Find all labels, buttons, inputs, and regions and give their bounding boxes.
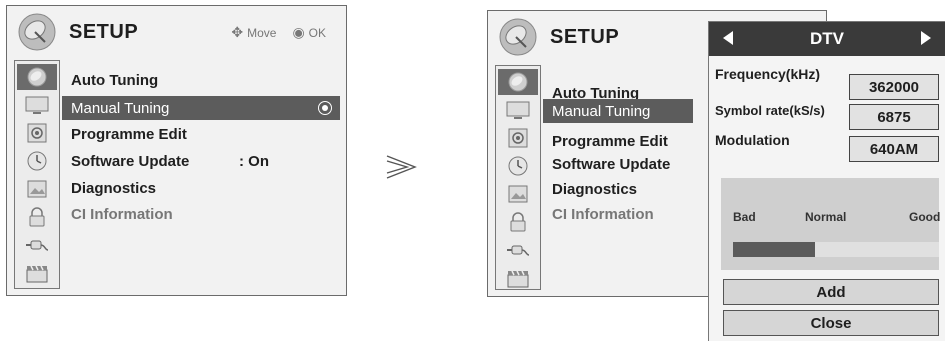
picture-icon[interactable] — [17, 176, 57, 202]
clapperboard-icon[interactable] — [498, 265, 538, 291]
speaker-icon[interactable] — [17, 120, 57, 146]
dtv-mode-selector[interactable]: DTV — [709, 22, 945, 56]
modulation-field[interactable]: 640AM — [849, 136, 939, 162]
menu-item-ci-information[interactable]: CI Information — [62, 202, 340, 226]
menu-item-software-update[interactable]: Software Update : On — [62, 149, 340, 173]
menu-title: SETUP — [69, 20, 139, 43]
menu-item-label: Auto Tuning — [71, 71, 159, 89]
menu-item-label: Software Update — [552, 155, 671, 173]
close-button[interactable]: Close — [723, 310, 939, 336]
ok-circle-icon: ◉ — [292, 24, 305, 40]
left-arrow-icon[interactable] — [723, 31, 733, 45]
satellite-dish-icon — [17, 12, 57, 52]
clock-icon[interactable] — [498, 153, 538, 179]
satellite-dish-icon — [498, 17, 538, 57]
satellite-dish-icon[interactable] — [498, 69, 538, 95]
menu-item-label: Diagnostics — [552, 180, 638, 198]
setup-menu-left: SETUP ✥ Move ◉ OK Auto Tuning Manual Tun… — [6, 5, 347, 296]
menu-item-label: Manual Tuning — [71, 99, 170, 117]
menu-item-label: Diagnostics — [71, 179, 157, 197]
selected-radio-icon — [318, 101, 332, 115]
add-button[interactable]: Add — [723, 279, 939, 305]
connector-icon[interactable] — [17, 232, 57, 258]
menu-item-label: Software Update — [71, 152, 190, 170]
tv-screen-icon[interactable] — [17, 92, 57, 118]
menu-title: SETUP — [550, 25, 620, 48]
menu-item-diagnostics[interactable]: Diagnostics — [62, 176, 340, 200]
move-hint: Move — [247, 25, 277, 40]
menu-item-auto-tuning[interactable]: Auto Tuning — [62, 68, 340, 92]
clapperboard-icon[interactable] — [17, 260, 57, 286]
signal-strength-bar — [733, 242, 939, 257]
frequency-label: Frequency(kHz) — [715, 66, 821, 82]
picture-icon[interactable] — [498, 181, 538, 207]
menu-item-label: Manual Tuning — [552, 102, 651, 120]
right-arrow-icon[interactable] — [921, 31, 931, 45]
menu-item-manual-tuning[interactable]: Manual Tuning — [62, 96, 340, 120]
signal-bad-label: Bad — [733, 210, 756, 224]
connector-icon[interactable] — [498, 237, 538, 263]
satellite-dish-icon[interactable] — [17, 64, 57, 90]
manual-tuning-panel: DTV Frequency(kHz) 362000 Symbol rate(kS… — [708, 21, 945, 341]
symbol-rate-field[interactable]: 6875 — [849, 104, 939, 130]
speaker-icon[interactable] — [498, 125, 538, 151]
lock-icon[interactable] — [17, 204, 57, 230]
menu-item-manual-tuning[interactable]: Manual Tuning — [543, 99, 693, 123]
mode-label: DTV — [810, 29, 844, 48]
category-icon-column — [14, 60, 60, 289]
lock-icon[interactable] — [498, 209, 538, 235]
modulation-label: Modulation — [715, 132, 790, 148]
software-update-value: : On — [239, 152, 269, 170]
signal-normal-label: Normal — [805, 210, 847, 224]
signal-good-label: Good — [909, 210, 941, 224]
tv-screen-icon[interactable] — [498, 97, 538, 123]
nav-hints: ✥ Move ◉ OK — [231, 24, 326, 41]
menu-item-label: CI Information — [71, 205, 173, 223]
menu-header: SETUP ✥ Move ◉ OK — [7, 6, 346, 58]
frequency-field[interactable]: 362000 — [849, 74, 939, 100]
symbol-rate-label: Symbol rate(kS/s) — [715, 103, 825, 118]
clock-icon[interactable] — [17, 148, 57, 174]
menu-item-label: Programme Edit — [552, 132, 668, 150]
ok-hint: OK — [308, 25, 326, 40]
move-arrows-icon: ✥ — [231, 24, 244, 40]
next-step-arrow-icon — [386, 155, 417, 179]
signal-strength-fill — [733, 242, 816, 257]
menu-item-label: Programme Edit — [71, 125, 187, 143]
menu-item-programme-edit[interactable]: Programme Edit — [62, 122, 340, 146]
category-icon-column — [495, 65, 541, 290]
menu-item-label: CI Information — [552, 205, 654, 223]
